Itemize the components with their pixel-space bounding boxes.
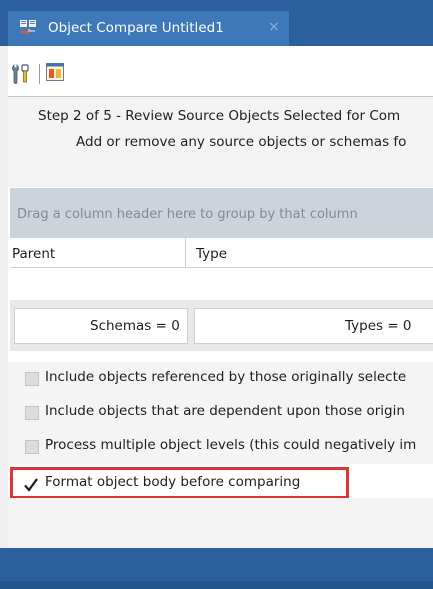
compare-window-icon[interactable] xyxy=(46,63,64,81)
include-referenced-label: Include objects referenced by those orig… xyxy=(45,369,407,385)
step-title: Step 2 of 5 - Review Source Objects Sele… xyxy=(38,108,401,124)
options-panel-bottom xyxy=(8,498,433,548)
group-by-hint: Drag a column header here to group by th… xyxy=(17,207,358,222)
include-dependent-label: Include objects that are dependent upon … xyxy=(45,403,405,419)
tab-title: Object Compare Untitled1 xyxy=(48,20,224,36)
toolbar xyxy=(8,54,433,96)
status-strip xyxy=(0,581,433,589)
highlight-box xyxy=(10,467,349,499)
tab-object-compare[interactable]: Object Compare Untitled1 × xyxy=(8,11,289,46)
object-compare-icon xyxy=(20,20,36,35)
column-header-type-label: Type xyxy=(196,246,228,262)
column-header-parent-label: Parent xyxy=(12,246,56,262)
step-description: Add or remove any source objects or sche… xyxy=(76,134,407,150)
schemas-count: Schemas = 0 xyxy=(90,318,180,334)
include-referenced-checkbox[interactable] xyxy=(25,372,39,386)
multiple-levels-label: Process multiple object levels (this cou… xyxy=(45,437,417,453)
options-wrench-icon[interactable] xyxy=(11,63,31,85)
types-count: Types = 0 xyxy=(345,318,412,334)
include-dependent-checkbox[interactable] xyxy=(25,406,39,420)
multiple-levels-checkbox[interactable] xyxy=(25,440,39,454)
window-left-edge xyxy=(0,46,8,548)
toolbar-separator xyxy=(39,64,40,84)
close-icon[interactable]: × xyxy=(268,19,280,35)
